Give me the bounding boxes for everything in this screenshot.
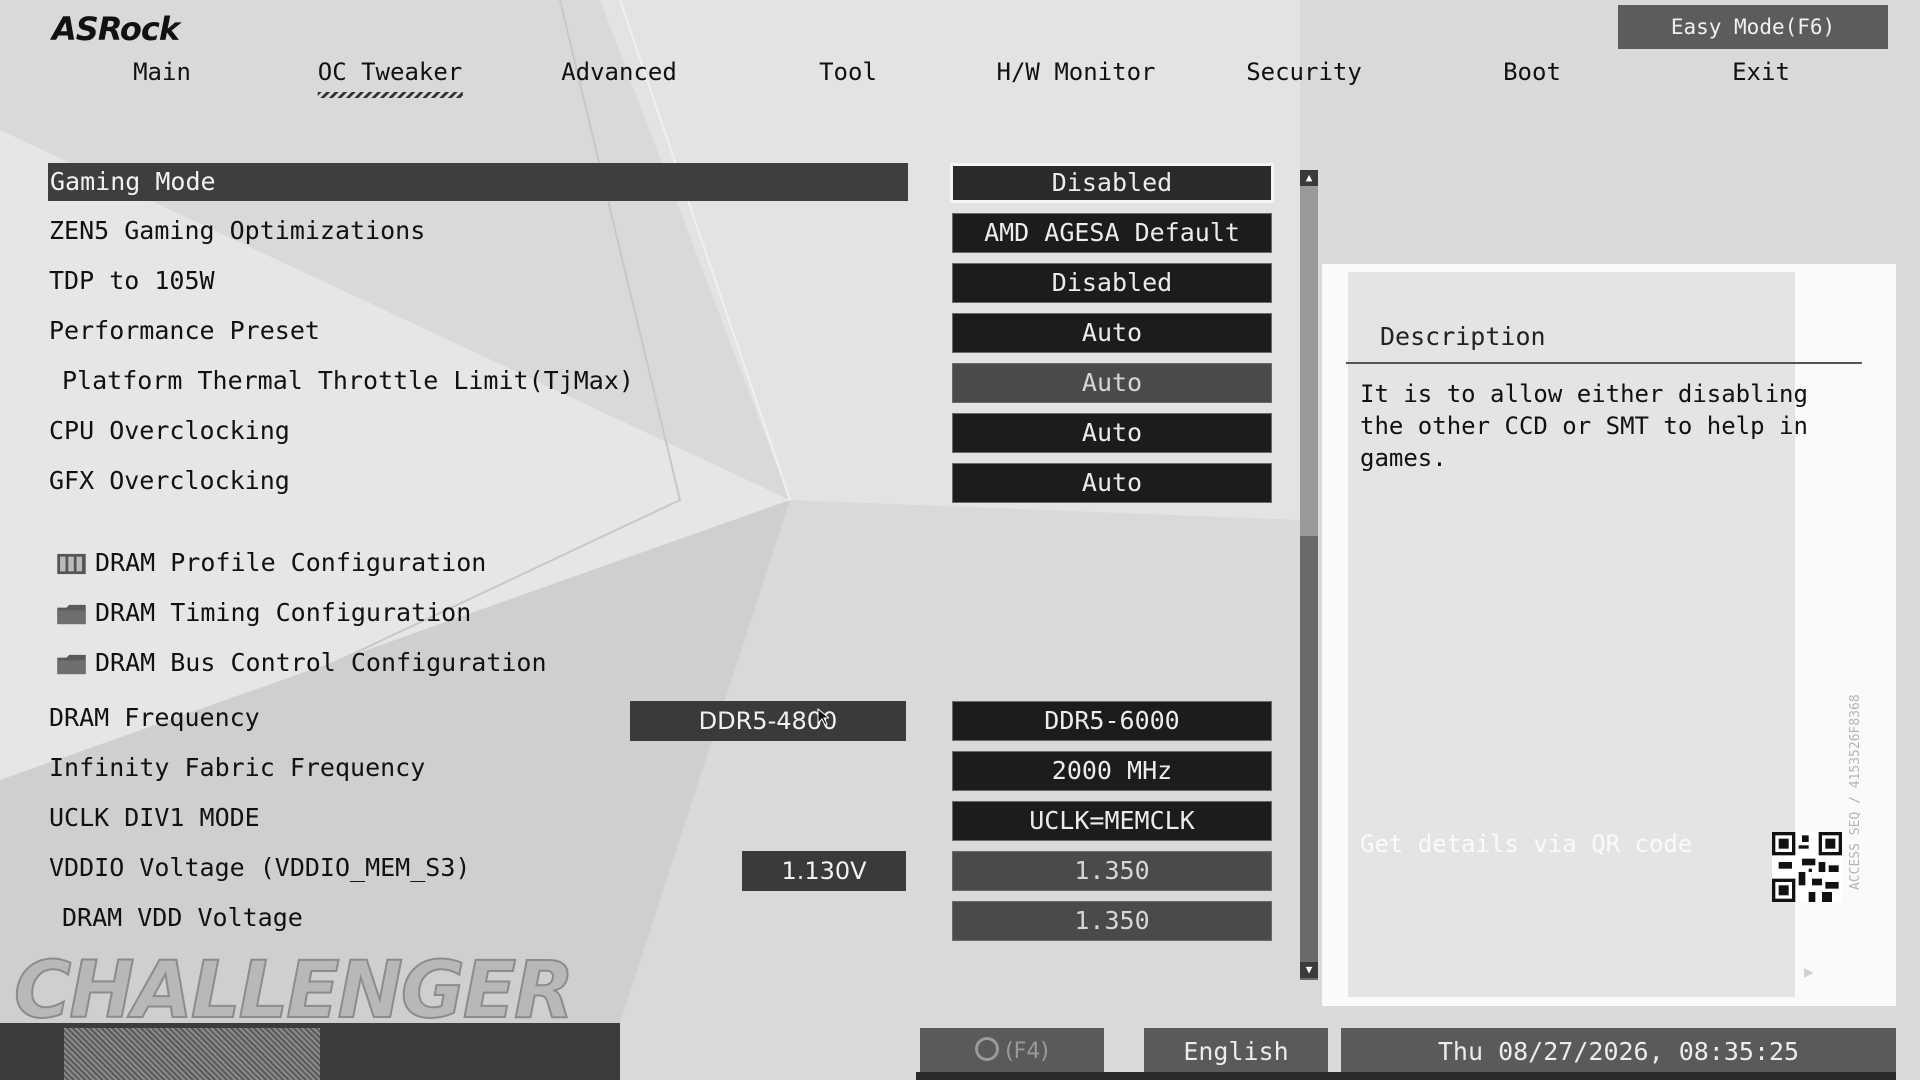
gfx-overclocking-value[interactable]: Auto: [952, 463, 1272, 503]
mouse-cursor-icon: [817, 708, 829, 726]
dram-vdd-value[interactable]: 1.350: [952, 901, 1272, 941]
tab-hw-monitor[interactable]: H/W Monitor: [997, 58, 1156, 86]
bottom-status-bar: [916, 1072, 1896, 1080]
vddio-voltage-current: 1.130V: [742, 851, 906, 891]
vddio-voltage-label[interactable]: VDDIO Voltage (VDDIO_MEM_S3): [49, 853, 470, 882]
search-shortcut: (F4): [1005, 1039, 1049, 1064]
gaming-mode-value[interactable]: Disabled: [950, 163, 1274, 203]
tjmax-value: Auto: [952, 363, 1272, 403]
infinity-fabric-value[interactable]: 2000 MHz: [952, 751, 1272, 791]
tab-security[interactable]: Security: [1246, 58, 1362, 86]
cpu-overclocking-label[interactable]: CPU Overclocking: [49, 416, 290, 445]
asrock-logo: ASRock: [52, 10, 180, 48]
hatch-pattern: [64, 1028, 320, 1080]
folder-icon: [57, 654, 86, 675]
gaming-mode-label[interactable]: Gaming Mode: [48, 163, 908, 201]
dram-frequency-label[interactable]: DRAM Frequency: [49, 703, 260, 732]
dram-frequency-current: DDR5-4800: [630, 701, 906, 741]
access-seq-text: ACCESS SEQ / 4153526F8368: [1848, 694, 1863, 890]
search-icon: [975, 1037, 1000, 1061]
qr-hint-text: Get details via QR code: [1360, 830, 1693, 858]
tab-advanced[interactable]: Advanced: [561, 58, 677, 86]
uclk-div1-value[interactable]: UCLK=MEMCLK: [952, 801, 1272, 841]
dram-vdd-label[interactable]: DRAM VDD Voltage: [62, 903, 303, 932]
description-divider: [1346, 362, 1862, 364]
performance-preset-value[interactable]: Auto: [952, 313, 1272, 353]
scroll-up-icon[interactable]: ▲: [1300, 170, 1318, 186]
dram-profile-config-link[interactable]: DRAM Profile Configuration: [95, 548, 486, 577]
tab-tool[interactable]: Tool: [819, 58, 877, 86]
tab-main[interactable]: Main: [133, 58, 191, 86]
scrollbar-thumb[interactable]: [1300, 186, 1318, 536]
qr-code-icon[interactable]: [1772, 832, 1842, 902]
dram-profile-icon: [57, 553, 86, 575]
easy-mode-button[interactable]: Easy Mode(F6): [1618, 5, 1888, 49]
datetime-display: Thu 08/27/2026, 08:35:25: [1341, 1028, 1896, 1076]
dram-timing-config-link[interactable]: DRAM Timing Configuration: [95, 598, 471, 627]
folder-icon: [57, 604, 86, 625]
scroll-down-icon[interactable]: ▼: [1300, 962, 1318, 978]
tjmax-label[interactable]: Platform Thermal Throttle Limit(TjMax): [62, 366, 634, 395]
zen5-gaming-label[interactable]: ZEN5 Gaming Optimizations: [49, 216, 425, 245]
tdp-value[interactable]: Disabled: [952, 263, 1272, 303]
uclk-div1-label[interactable]: UCLK DIV1 MODE: [49, 803, 260, 832]
language-button[interactable]: English: [1144, 1028, 1328, 1076]
play-icon: ▶: [1804, 962, 1814, 981]
cpu-overclocking-value[interactable]: Auto: [952, 413, 1272, 453]
tab-oc-tweaker[interactable]: OC Tweaker: [317, 58, 462, 98]
main-nav: Main OC Tweaker Advanced Tool H/W Monito…: [0, 58, 1920, 98]
tab-exit[interactable]: Exit: [1732, 58, 1790, 86]
description-text: It is to allow either disabling the othe…: [1360, 380, 1808, 472]
dram-frequency-value[interactable]: DDR5-6000: [952, 701, 1272, 741]
gfx-overclocking-label[interactable]: GFX Overclocking: [49, 466, 290, 495]
vddio-voltage-value[interactable]: 1.350: [952, 851, 1272, 891]
search-button[interactable]: (F4): [920, 1028, 1104, 1076]
dram-bus-config-link[interactable]: DRAM Bus Control Configuration: [95, 648, 547, 677]
performance-preset-label[interactable]: Performance Preset: [49, 316, 320, 345]
infinity-fabric-label[interactable]: Infinity Fabric Frequency: [49, 753, 425, 782]
tdp-label[interactable]: TDP to 105W: [49, 266, 215, 295]
zen5-gaming-value[interactable]: AMD AGESA Default: [952, 213, 1272, 253]
description-title: Description: [1380, 322, 1546, 351]
tab-boot[interactable]: Boot: [1503, 58, 1561, 86]
